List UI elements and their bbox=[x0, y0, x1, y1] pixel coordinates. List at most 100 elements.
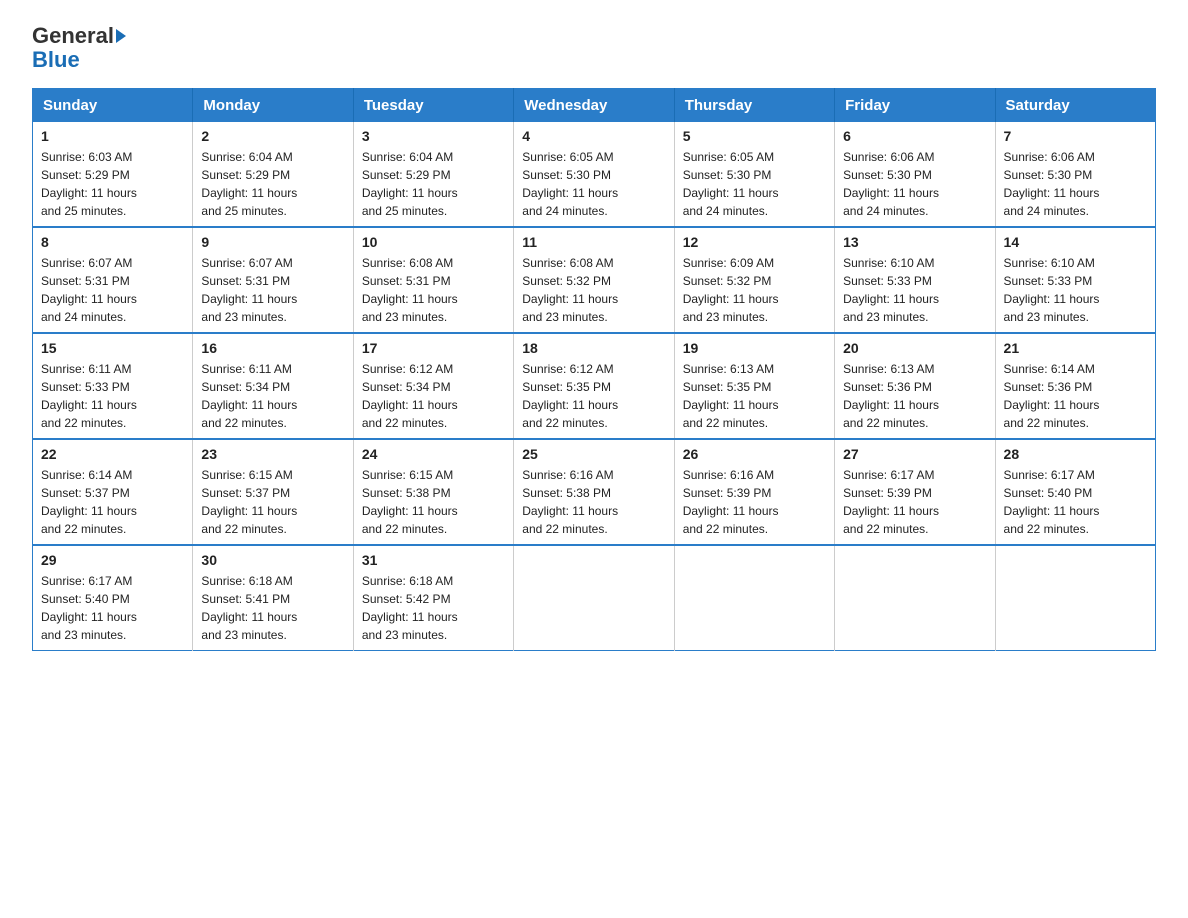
day-info: Sunrise: 6:15 AM Sunset: 5:37 PM Dayligh… bbox=[201, 466, 344, 538]
calendar-cell: 20 Sunrise: 6:13 AM Sunset: 5:36 PM Dayl… bbox=[835, 333, 995, 439]
logo-text-general: General bbox=[32, 24, 114, 48]
day-info: Sunrise: 6:04 AM Sunset: 5:29 PM Dayligh… bbox=[201, 148, 344, 220]
calendar-cell: 21 Sunrise: 6:14 AM Sunset: 5:36 PM Dayl… bbox=[995, 333, 1155, 439]
calendar-cell: 27 Sunrise: 6:17 AM Sunset: 5:39 PM Dayl… bbox=[835, 439, 995, 545]
calendar-cell: 7 Sunrise: 6:06 AM Sunset: 5:30 PM Dayli… bbox=[995, 122, 1155, 227]
day-number: 30 bbox=[201, 552, 344, 568]
day-info: Sunrise: 6:16 AM Sunset: 5:39 PM Dayligh… bbox=[683, 466, 826, 538]
day-info: Sunrise: 6:10 AM Sunset: 5:33 PM Dayligh… bbox=[843, 254, 986, 326]
day-info: Sunrise: 6:18 AM Sunset: 5:41 PM Dayligh… bbox=[201, 572, 344, 644]
day-info: Sunrise: 6:08 AM Sunset: 5:32 PM Dayligh… bbox=[522, 254, 665, 326]
day-info: Sunrise: 6:11 AM Sunset: 5:33 PM Dayligh… bbox=[41, 360, 184, 432]
page-header: General Blue bbox=[32, 24, 1156, 72]
calendar-cell bbox=[995, 545, 1155, 651]
calendar-week-row: 22 Sunrise: 6:14 AM Sunset: 5:37 PM Dayl… bbox=[33, 439, 1156, 545]
day-number: 15 bbox=[41, 340, 184, 356]
column-header-monday: Monday bbox=[193, 89, 353, 123]
day-number: 16 bbox=[201, 340, 344, 356]
calendar-cell: 17 Sunrise: 6:12 AM Sunset: 5:34 PM Dayl… bbox=[353, 333, 513, 439]
day-number: 19 bbox=[683, 340, 826, 356]
day-info: Sunrise: 6:11 AM Sunset: 5:34 PM Dayligh… bbox=[201, 360, 344, 432]
calendar-cell: 29 Sunrise: 6:17 AM Sunset: 5:40 PM Dayl… bbox=[33, 545, 193, 651]
calendar-table: SundayMondayTuesdayWednesdayThursdayFrid… bbox=[32, 88, 1156, 651]
calendar-cell: 13 Sunrise: 6:10 AM Sunset: 5:33 PM Dayl… bbox=[835, 227, 995, 333]
day-info: Sunrise: 6:16 AM Sunset: 5:38 PM Dayligh… bbox=[522, 466, 665, 538]
day-info: Sunrise: 6:17 AM Sunset: 5:39 PM Dayligh… bbox=[843, 466, 986, 538]
day-info: Sunrise: 6:03 AM Sunset: 5:29 PM Dayligh… bbox=[41, 148, 184, 220]
day-info: Sunrise: 6:09 AM Sunset: 5:32 PM Dayligh… bbox=[683, 254, 826, 326]
calendar-week-row: 1 Sunrise: 6:03 AM Sunset: 5:29 PM Dayli… bbox=[33, 122, 1156, 227]
day-number: 23 bbox=[201, 446, 344, 462]
column-header-tuesday: Tuesday bbox=[353, 89, 513, 123]
day-number: 12 bbox=[683, 234, 826, 250]
column-header-thursday: Thursday bbox=[674, 89, 834, 123]
day-number: 27 bbox=[843, 446, 986, 462]
calendar-cell: 22 Sunrise: 6:14 AM Sunset: 5:37 PM Dayl… bbox=[33, 439, 193, 545]
calendar-cell: 26 Sunrise: 6:16 AM Sunset: 5:39 PM Dayl… bbox=[674, 439, 834, 545]
day-info: Sunrise: 6:17 AM Sunset: 5:40 PM Dayligh… bbox=[1004, 466, 1147, 538]
day-number: 2 bbox=[201, 128, 344, 144]
day-info: Sunrise: 6:12 AM Sunset: 5:34 PM Dayligh… bbox=[362, 360, 505, 432]
column-header-friday: Friday bbox=[835, 89, 995, 123]
calendar-cell: 30 Sunrise: 6:18 AM Sunset: 5:41 PM Dayl… bbox=[193, 545, 353, 651]
day-number: 26 bbox=[683, 446, 826, 462]
day-info: Sunrise: 6:17 AM Sunset: 5:40 PM Dayligh… bbox=[41, 572, 184, 644]
calendar-cell: 24 Sunrise: 6:15 AM Sunset: 5:38 PM Dayl… bbox=[353, 439, 513, 545]
logo-arrow-icon bbox=[116, 29, 126, 43]
day-info: Sunrise: 6:14 AM Sunset: 5:37 PM Dayligh… bbox=[41, 466, 184, 538]
day-number: 9 bbox=[201, 234, 344, 250]
day-number: 24 bbox=[362, 446, 505, 462]
day-number: 7 bbox=[1004, 128, 1147, 144]
day-info: Sunrise: 6:08 AM Sunset: 5:31 PM Dayligh… bbox=[362, 254, 505, 326]
day-number: 25 bbox=[522, 446, 665, 462]
day-info: Sunrise: 6:07 AM Sunset: 5:31 PM Dayligh… bbox=[201, 254, 344, 326]
day-info: Sunrise: 6:12 AM Sunset: 5:35 PM Dayligh… bbox=[522, 360, 665, 432]
day-info: Sunrise: 6:10 AM Sunset: 5:33 PM Dayligh… bbox=[1004, 254, 1147, 326]
day-number: 18 bbox=[522, 340, 665, 356]
logo-text-blue: Blue bbox=[32, 48, 80, 72]
calendar-cell: 4 Sunrise: 6:05 AM Sunset: 5:30 PM Dayli… bbox=[514, 122, 674, 227]
calendar-cell: 25 Sunrise: 6:16 AM Sunset: 5:38 PM Dayl… bbox=[514, 439, 674, 545]
day-info: Sunrise: 6:05 AM Sunset: 5:30 PM Dayligh… bbox=[522, 148, 665, 220]
calendar-cell: 8 Sunrise: 6:07 AM Sunset: 5:31 PM Dayli… bbox=[33, 227, 193, 333]
column-header-wednesday: Wednesday bbox=[514, 89, 674, 123]
calendar-cell: 5 Sunrise: 6:05 AM Sunset: 5:30 PM Dayli… bbox=[674, 122, 834, 227]
day-number: 29 bbox=[41, 552, 184, 568]
calendar-week-row: 8 Sunrise: 6:07 AM Sunset: 5:31 PM Dayli… bbox=[33, 227, 1156, 333]
calendar-cell: 3 Sunrise: 6:04 AM Sunset: 5:29 PM Dayli… bbox=[353, 122, 513, 227]
calendar-cell: 23 Sunrise: 6:15 AM Sunset: 5:37 PM Dayl… bbox=[193, 439, 353, 545]
calendar-cell: 16 Sunrise: 6:11 AM Sunset: 5:34 PM Dayl… bbox=[193, 333, 353, 439]
day-number: 20 bbox=[843, 340, 986, 356]
day-number: 4 bbox=[522, 128, 665, 144]
day-number: 11 bbox=[522, 234, 665, 250]
day-number: 6 bbox=[843, 128, 986, 144]
day-info: Sunrise: 6:14 AM Sunset: 5:36 PM Dayligh… bbox=[1004, 360, 1147, 432]
calendar-cell: 18 Sunrise: 6:12 AM Sunset: 5:35 PM Dayl… bbox=[514, 333, 674, 439]
calendar-cell: 28 Sunrise: 6:17 AM Sunset: 5:40 PM Dayl… bbox=[995, 439, 1155, 545]
calendar-cell bbox=[674, 545, 834, 651]
calendar-cell: 15 Sunrise: 6:11 AM Sunset: 5:33 PM Dayl… bbox=[33, 333, 193, 439]
day-number: 5 bbox=[683, 128, 826, 144]
day-number: 8 bbox=[41, 234, 184, 250]
calendar-cell: 14 Sunrise: 6:10 AM Sunset: 5:33 PM Dayl… bbox=[995, 227, 1155, 333]
day-number: 1 bbox=[41, 128, 184, 144]
logo: General Blue bbox=[32, 24, 126, 72]
calendar-week-row: 29 Sunrise: 6:17 AM Sunset: 5:40 PM Dayl… bbox=[33, 545, 1156, 651]
calendar-cell: 6 Sunrise: 6:06 AM Sunset: 5:30 PM Dayli… bbox=[835, 122, 995, 227]
day-number: 28 bbox=[1004, 446, 1147, 462]
day-info: Sunrise: 6:06 AM Sunset: 5:30 PM Dayligh… bbox=[843, 148, 986, 220]
calendar-header-row: SundayMondayTuesdayWednesdayThursdayFrid… bbox=[33, 89, 1156, 123]
column-header-saturday: Saturday bbox=[995, 89, 1155, 123]
day-number: 31 bbox=[362, 552, 505, 568]
day-number: 10 bbox=[362, 234, 505, 250]
day-info: Sunrise: 6:15 AM Sunset: 5:38 PM Dayligh… bbox=[362, 466, 505, 538]
calendar-cell: 10 Sunrise: 6:08 AM Sunset: 5:31 PM Dayl… bbox=[353, 227, 513, 333]
calendar-cell: 1 Sunrise: 6:03 AM Sunset: 5:29 PM Dayli… bbox=[33, 122, 193, 227]
calendar-cell: 12 Sunrise: 6:09 AM Sunset: 5:32 PM Dayl… bbox=[674, 227, 834, 333]
calendar-cell: 2 Sunrise: 6:04 AM Sunset: 5:29 PM Dayli… bbox=[193, 122, 353, 227]
calendar-cell: 11 Sunrise: 6:08 AM Sunset: 5:32 PM Dayl… bbox=[514, 227, 674, 333]
day-number: 17 bbox=[362, 340, 505, 356]
day-number: 21 bbox=[1004, 340, 1147, 356]
calendar-cell: 31 Sunrise: 6:18 AM Sunset: 5:42 PM Dayl… bbox=[353, 545, 513, 651]
day-number: 14 bbox=[1004, 234, 1147, 250]
